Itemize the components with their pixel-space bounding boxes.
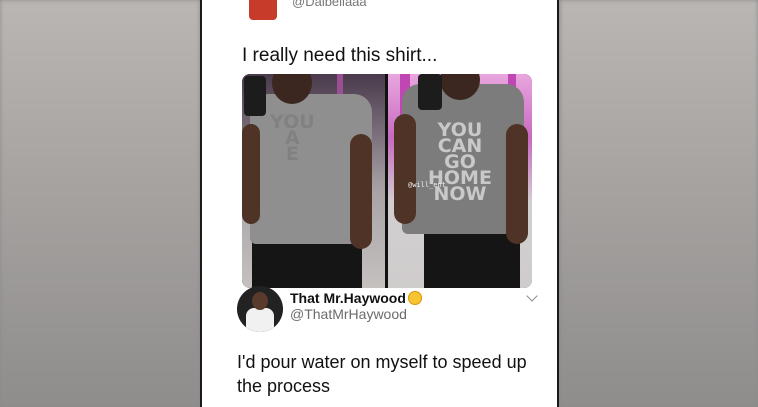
blurred-background-right [560,0,758,407]
arm [242,124,260,224]
post-photo[interactable]: YOU A E YOU CAN GO HOME NOW @will_ent [242,74,532,288]
arm [350,134,372,249]
arm [506,124,528,244]
shirt-text-faint: YOU A E [270,111,315,165]
post-text: I really need this shirt... [242,45,438,66]
blurred-background-left [0,0,200,407]
reply-display-name[interactable]: That Mr.Haywood [290,290,422,306]
photo-wet-shirt: YOU CAN GO HOME NOW @will_ent [388,74,532,288]
photo-watermark: @will_ent [408,181,446,189]
reply-username[interactable]: @ThatMrHaywood [290,306,407,322]
frame-border-right [557,0,559,407]
photo-dry-shirt: YOU A E [242,74,385,288]
arm [394,114,416,224]
reply-name-text: That Mr.Haywood [290,290,406,306]
tweet-card: @Daibellaaa I really need this shirt... … [202,0,557,407]
phone [244,76,266,116]
shirt-text: YOU CAN GO HOME NOW [428,119,492,205]
top-username[interactable]: @Daibellaaa [292,0,367,9]
reply-text: I'd pour water on myself to speed up the… [237,352,527,396]
reply-avatar[interactable] [237,286,283,332]
pants [424,234,520,288]
top-avatar[interactable] [249,0,277,20]
flushed-face-emoji-icon [407,291,422,305]
phone [418,74,442,110]
chevron-down-icon[interactable] [526,290,538,302]
